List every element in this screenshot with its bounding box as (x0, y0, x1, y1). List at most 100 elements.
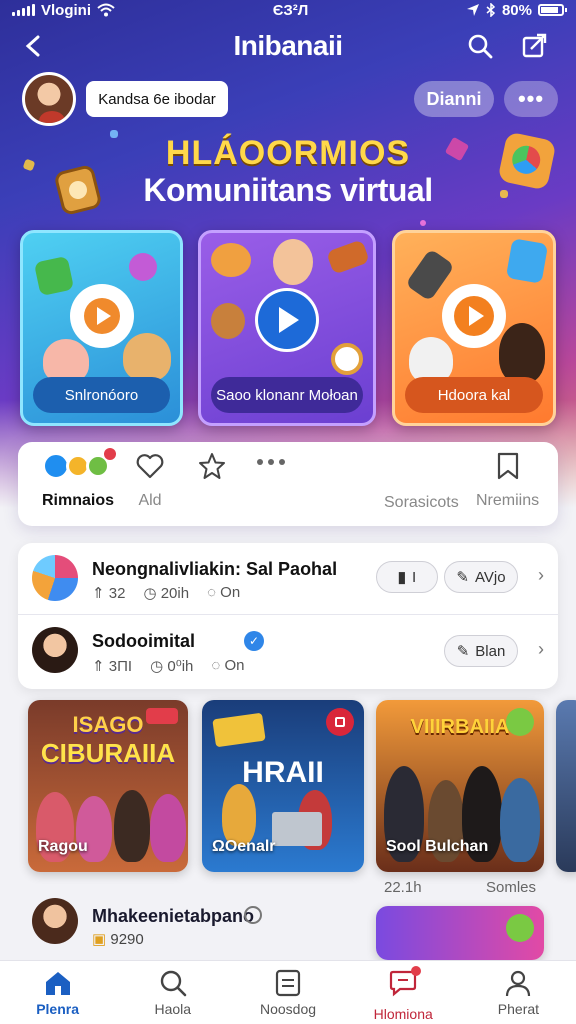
feature-card[interactable]: Snlronóoro (20, 230, 183, 426)
action-panel: Rimnaios Ald Sorasicots Nremiins (18, 442, 558, 526)
chevron-right-icon[interactable]: › (538, 565, 544, 586)
pin-button[interactable]: ▮ I (376, 561, 438, 593)
edit-icon: ✎ (456, 569, 469, 586)
view-count: ◌ On (207, 584, 241, 601)
live-badge (146, 708, 178, 724)
live-badge (506, 708, 534, 736)
play-button[interactable] (442, 284, 506, 348)
game-icon (33, 255, 75, 297)
laptop-icon (272, 812, 322, 846)
signal-icon (12, 4, 35, 16)
bluetooth-icon (486, 3, 496, 17)
video-thumbnail-partial[interactable] (556, 700, 576, 872)
edit-icon: ✎ (456, 643, 470, 660)
play-icon (454, 296, 494, 336)
star-icon (199, 453, 225, 479)
tab-profile[interactable]: Pherat (461, 961, 576, 1024)
bookmark-icon (497, 452, 518, 480)
search-button[interactable] (460, 26, 500, 66)
battery-percent: 80% (501, 1, 532, 19)
video-title: Sool Bulchan (386, 838, 489, 855)
save-label: Nremiins (476, 492, 540, 509)
feature-card[interactable]: Saoo klonanr Mołoan (198, 230, 376, 426)
like-button[interactable]: Ald (136, 452, 164, 510)
person-illustration (114, 790, 150, 862)
star-button[interactable] (198, 452, 226, 480)
badge-icon: ▣ (92, 931, 107, 948)
play-button[interactable] (255, 288, 319, 352)
add-label: Ald (138, 492, 162, 509)
tab-label: Plenra (36, 1001, 79, 1017)
video-meta: Somles (486, 879, 537, 896)
reply-button[interactable]: ✎ AVjo (444, 561, 518, 593)
tab-label: Haola (154, 1001, 192, 1017)
share-button[interactable] (514, 26, 554, 66)
avatar[interactable] (32, 898, 78, 944)
video-duration: 22.1h (384, 879, 422, 896)
more-dots-icon (257, 459, 285, 465)
post-time: ◷ 20ih (143, 585, 190, 602)
list-item[interactable]: Sodooimital ✓ ⇑ 3ΠI ◷ 0⁰ih ◌ On ✎ Blan › (18, 617, 558, 689)
view-count: ◌ On (211, 657, 245, 674)
character-illustration (499, 323, 545, 383)
tab-label: Hlomiona (373, 1006, 433, 1022)
tab-home[interactable]: Plenra (0, 961, 115, 1024)
verified-icon (244, 906, 262, 924)
post-title: Neongnalivliakin: Sal Paohal (92, 559, 338, 579)
tab-label: Pherat (497, 1001, 540, 1017)
profile-action-button[interactable]: Dianni (414, 81, 494, 117)
chevron-right-icon[interactable]: › (538, 639, 544, 660)
profile-name[interactable]: Kandsa 6e ibodar (86, 81, 228, 117)
person-illustration (222, 784, 256, 846)
profile-icon (506, 970, 531, 997)
play-icon (258, 291, 316, 349)
play-icon (83, 298, 120, 334)
extra-action[interactable]: Sorasicots (384, 482, 459, 512)
poster-title: CIBURAIIA (40, 738, 176, 768)
more-options-button[interactable]: ••• (504, 81, 558, 117)
person-illustration (150, 794, 186, 862)
video-thumbnail[interactable] (376, 906, 544, 960)
reactions-button[interactable]: Rimnaios (40, 448, 116, 510)
tab-search[interactable]: Haola (115, 961, 230, 1024)
guitar-icon (326, 239, 370, 275)
live-badge (326, 708, 354, 736)
video-thumbnail[interactable]: HRAII ΩOenalr (202, 700, 364, 872)
avatar (32, 627, 78, 673)
notification-dot (411, 966, 422, 976)
play-icon (331, 343, 363, 375)
hero-headline: HLÁOORMIOS (165, 134, 411, 172)
tab-bar: Plenra Haola Noosdog Hlomiona Pherat (0, 960, 576, 1024)
character-illustration (273, 239, 313, 285)
feature-caption: Hdoora kal (405, 377, 543, 413)
post-title: Sodooimital (92, 631, 195, 651)
post-list: Neongnalivliakin: Sal Paohal ⇑ 32 ◷ 20ih… (18, 543, 558, 689)
video-title: Ragou (38, 838, 88, 855)
list-item[interactable]: Neongnalivliakin: Sal Paohal ⇑ 32 ◷ 20ih… (18, 543, 558, 615)
more-actions-button[interactable] (256, 456, 286, 468)
sparkle-icon (420, 220, 426, 226)
sign-icon (212, 712, 266, 748)
avatar[interactable] (22, 72, 76, 126)
video-thumbnail[interactable]: ISAGO CIBURAIIA Ragou (28, 700, 188, 872)
reply-button[interactable]: ✎ Blan (444, 635, 518, 667)
tab-notes[interactable]: Noosdog (230, 961, 345, 1024)
search-icon (468, 34, 493, 59)
wifi-icon (97, 3, 115, 17)
feature-caption: Snlronóoro (33, 377, 170, 413)
document-icon (275, 969, 301, 997)
heart-icon (136, 454, 164, 479)
video-thumbnail[interactable]: VIIIRBAIIA Sool Bulchan (376, 700, 544, 872)
play-button[interactable] (69, 284, 134, 348)
tab-messages[interactable]: Hlomiona (346, 961, 461, 1024)
like-count: ⇑ 32 (92, 585, 126, 602)
group-avatar (32, 555, 78, 601)
hero-subheadline: Komuniitans virtual (143, 172, 433, 208)
character-illustration (211, 303, 245, 339)
notification-dot (104, 448, 116, 460)
save-button[interactable]: Nremiins (476, 452, 539, 510)
extra-label: Sorasicots (384, 494, 459, 511)
status-time: ЄЗ²Л (272, 1, 309, 19)
user-name: Mhakeenietabpano (92, 906, 255, 926)
feature-card[interactable]: Hdoora kal (392, 230, 556, 426)
